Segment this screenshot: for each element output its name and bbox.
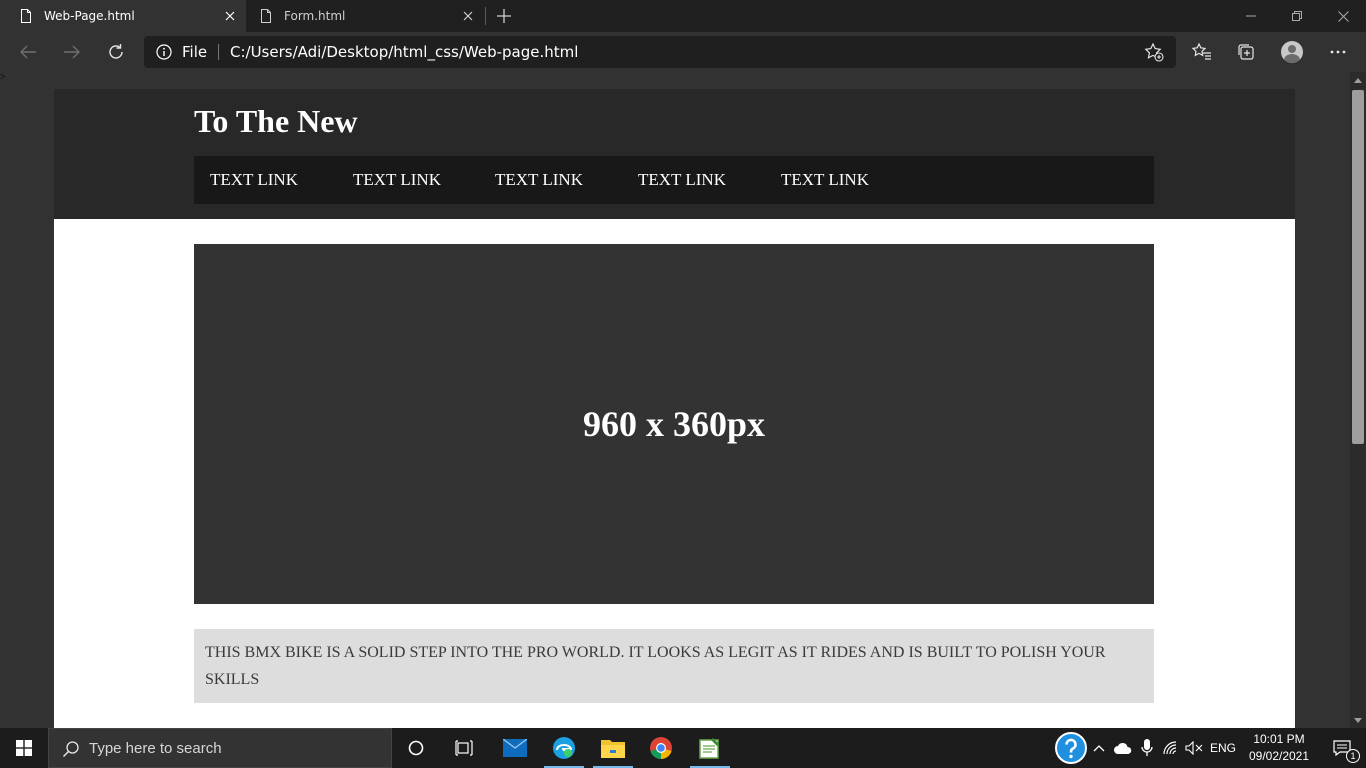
cloud-icon <box>1114 742 1132 754</box>
minimize-icon <box>1246 15 1256 17</box>
mail-icon <box>503 739 527 757</box>
more-icon <box>1330 50 1346 54</box>
chrome-app[interactable] <box>637 728 685 768</box>
clock[interactable]: 10:01 PM 09/02/2021 <box>1240 731 1318 765</box>
volume-button[interactable] <box>1183 728 1205 768</box>
hero-placeholder: 960 x 360px <box>194 244 1154 604</box>
microphone-button[interactable] <box>1136 728 1158 768</box>
onedrive-button[interactable] <box>1110 728 1136 768</box>
nav-link[interactable]: TEXT LINK <box>210 170 298 190</box>
nav-link[interactable]: TEXT LINK <box>353 170 441 190</box>
action-center-button[interactable]: 1 <box>1318 728 1366 768</box>
cortana-icon <box>408 740 424 756</box>
nav-link[interactable]: TEXT LINK <box>495 170 583 190</box>
language-label: ENG <box>1209 741 1236 755</box>
address-url[interactable]: C:/Users/Adi/Desktop/html_css/Web-page.h… <box>230 43 578 61</box>
site-nav: TEXT LINK TEXT LINK TEXT LINK TEXT LINK … <box>194 156 1154 204</box>
back-button[interactable] <box>12 36 44 68</box>
restore-icon <box>1292 11 1302 21</box>
address-bar[interactable]: File C:/Users/Adi/Desktop/html_css/Web-p… <box>144 36 1176 68</box>
search-placeholder: Type here to search <box>89 740 222 757</box>
clock-date: 09/02/2021 <box>1248 749 1310 763</box>
document-icon <box>261 9 271 23</box>
scrollbar-thumb[interactable] <box>1352 90 1364 444</box>
site-title: To The New <box>194 103 358 139</box>
mail-app[interactable] <box>491 728 539 768</box>
scroll-up-icon[interactable] <box>1350 72 1366 88</box>
search-icon <box>62 741 79 758</box>
edge-icon <box>553 737 575 759</box>
more-button[interactable] <box>1322 36 1354 68</box>
profile-avatar <box>1281 41 1303 63</box>
page-viewport[interactable]: > To The New TEXT LINK TEXT LINK TEXT LI… <box>0 72 1366 728</box>
tab-close-icon[interactable] <box>218 4 242 28</box>
taskbar-search-box[interactable]: Type here to search <box>48 728 392 768</box>
cortana-button[interactable] <box>392 728 440 768</box>
tab-close-icon[interactable] <box>456 4 480 28</box>
add-favorite-icon[interactable] <box>1144 42 1164 62</box>
vertical-scrollbar[interactable] <box>1350 72 1366 728</box>
back-arrow-icon <box>20 45 36 59</box>
tab-web-page[interactable]: Web-Page.html <box>0 0 246 32</box>
notepad-icon <box>699 738 719 759</box>
network-button[interactable] <box>1160 728 1182 768</box>
address-scheme-label: File <box>182 43 208 61</box>
collections-icon <box>1238 44 1254 60</box>
help-button[interactable] <box>1053 728 1089 768</box>
stray-text: > <box>0 72 6 83</box>
windows-logo-icon <box>16 740 32 756</box>
task-view-button[interactable] <box>440 728 488 768</box>
description-box: THIS BMX BIKE IS A SOLID STEP INTO THE P… <box>194 629 1154 703</box>
refresh-icon <box>109 44 123 59</box>
edge-app[interactable] <box>540 728 588 768</box>
notepad-app[interactable] <box>686 728 734 768</box>
nav-link[interactable]: TEXT LINK <box>781 170 869 190</box>
refresh-button[interactable] <box>100 36 132 68</box>
tab-strip: Web-Page.html Form.html <box>0 0 1366 32</box>
info-icon[interactable] <box>156 44 172 60</box>
browser-toolbar: File C:/Users/Adi/Desktop/html_css/Web-p… <box>0 32 1366 72</box>
web-page: To The New TEXT LINK TEXT LINK TEXT LINK… <box>54 89 1295 728</box>
favorites-icon <box>1192 42 1211 60</box>
close-window-button[interactable] <box>1320 0 1366 32</box>
new-tab-button[interactable] <box>492 4 516 28</box>
address-separator <box>218 44 219 60</box>
tab-title: Form.html <box>284 9 346 23</box>
chevron-up-icon <box>1093 745 1105 752</box>
language-indicator[interactable]: ENG <box>1206 728 1240 768</box>
favorites-button[interactable] <box>1186 36 1218 68</box>
folder-icon <box>601 740 625 758</box>
volume-muted-icon <box>1185 741 1203 755</box>
document-icon <box>21 9 31 23</box>
wifi-icon <box>1163 741 1177 755</box>
collections-button[interactable] <box>1230 36 1262 68</box>
taskbar: Type here to search ENG 10:01 PM 09/02/2… <box>0 728 1366 768</box>
site-header: To The New TEXT LINK TEXT LINK TEXT LINK… <box>54 89 1295 219</box>
forward-arrow-icon <box>64 45 80 59</box>
help-icon <box>1055 732 1087 764</box>
tab-divider <box>485 7 486 25</box>
profile-button[interactable] <box>1276 36 1308 68</box>
nav-link[interactable]: TEXT LINK <box>638 170 726 190</box>
close-icon <box>1337 10 1349 22</box>
tab-form[interactable]: Form.html <box>240 0 484 32</box>
file-explorer-app[interactable] <box>589 728 637 768</box>
scroll-down-icon[interactable] <box>1350 712 1366 728</box>
start-button[interactable] <box>0 728 48 768</box>
restore-button[interactable] <box>1274 0 1320 32</box>
microphone-icon <box>1141 739 1153 756</box>
minimize-button[interactable] <box>1228 0 1274 32</box>
chrome-icon <box>650 737 672 759</box>
task-view-icon <box>455 740 473 756</box>
hero-text: 960 x 360px <box>582 404 766 444</box>
plus-icon <box>497 9 511 23</box>
notification-count-badge: 1 <box>1346 749 1360 763</box>
tab-title: Web-Page.html <box>44 9 135 23</box>
clock-time: 10:01 PM <box>1253 732 1305 746</box>
forward-button[interactable] <box>56 36 88 68</box>
show-hidden-icons-button[interactable] <box>1090 728 1108 768</box>
